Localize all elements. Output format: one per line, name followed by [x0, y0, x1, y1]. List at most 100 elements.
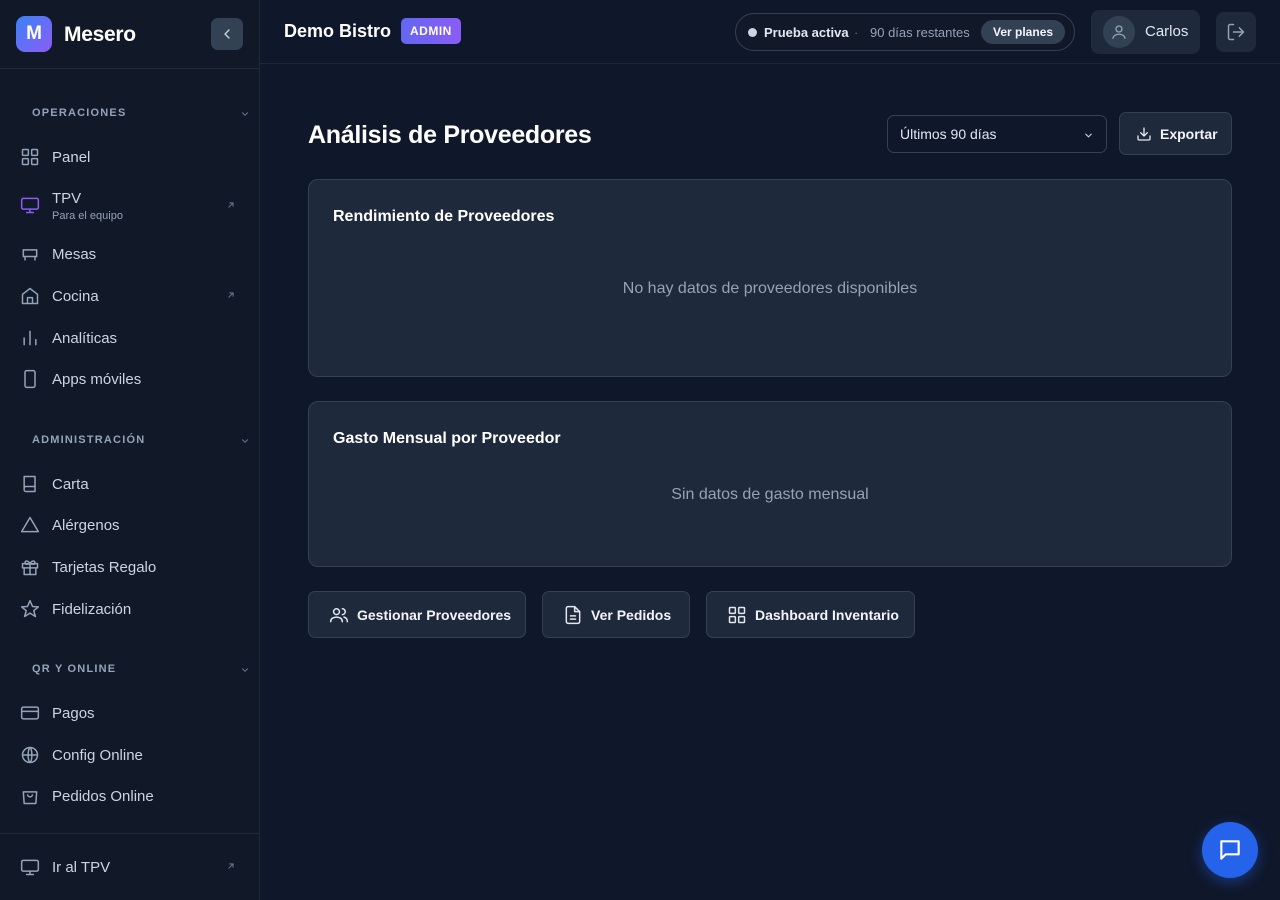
period-select-value: Últimos 90 días — [900, 126, 997, 142]
sidebar-item-cocina[interactable]: Cocina — [12, 277, 248, 315]
sidebar-item-pedidos-online[interactable]: Pedidos Online — [12, 777, 248, 815]
manage-suppliers-button[interactable]: Gestionar Proveedores — [308, 591, 526, 638]
bar-chart-icon — [23, 330, 37, 346]
inventory-dashboard-button[interactable]: Dashboard Inventario — [706, 591, 915, 638]
external-link-icon — [228, 863, 234, 869]
home-icon — [21, 287, 39, 305]
chat-bubble-icon — [1220, 840, 1240, 860]
export-button[interactable]: Exportar — [1119, 112, 1232, 155]
status-dot-icon — [748, 28, 757, 37]
sidebar-item-config-online[interactable]: Config Online — [12, 736, 248, 774]
users-icon — [329, 608, 349, 623]
sidebar-item-analiticas[interactable]: Analíticas — [12, 319, 248, 357]
star-icon — [20, 599, 40, 618]
sidebar-footer: Ir al TPV — [0, 833, 259, 900]
sidebar-item-label: Panel — [52, 149, 91, 166]
page-title: Análisis de Proveedores — [308, 121, 592, 149]
credit-card-icon — [20, 706, 40, 720]
sidebar-item-alergenos[interactable]: Alérgenos — [12, 506, 248, 544]
sidebar-item-tpv[interactable]: TPV Para el equipo — [12, 185, 248, 229]
sidebar-item-label: Carta — [52, 476, 89, 493]
grid-icon — [728, 606, 746, 624]
action-button-label: Ver Pedidos — [591, 607, 672, 623]
brand-logo: M — [16, 16, 52, 52]
external-link-icon — [228, 202, 234, 208]
brand-name: Mesero — [64, 23, 136, 46]
sidebar-item-label: Fidelización — [52, 601, 132, 618]
user-menu-button[interactable]: Carlos — [1091, 10, 1200, 54]
chevron-down-icon — [1085, 133, 1092, 138]
sidebar-item-fidelizacion[interactable]: Fidelización — [12, 590, 248, 628]
role-badge: ADMIN — [401, 18, 461, 44]
section-title: ADMINISTRACIÓN — [32, 434, 146, 446]
section-administracion[interactable]: ADMINISTRACIÓN — [32, 434, 250, 448]
collapse-sidebar-button[interactable] — [211, 18, 243, 50]
sidebar-item-label: Pedidos Online — [52, 788, 154, 805]
external-link-icon — [228, 292, 234, 298]
logout-icon — [1227, 23, 1245, 41]
view-orders-button[interactable]: Ver Pedidos — [542, 591, 690, 638]
trial-status-label: Prueba activa — [764, 25, 849, 40]
chevron-down-icon — [241, 112, 249, 116]
sidebar-item-label: Cocina — [52, 288, 99, 305]
sidebar-item-label: TPV — [52, 190, 82, 207]
shopping-bag-icon — [22, 791, 38, 805]
file-text-icon — [565, 605, 581, 625]
sidebar-item-sublabel: Para el equipo — [52, 210, 123, 222]
sidebar-item-mesas[interactable]: Mesas — [12, 235, 248, 273]
sidebar-item-label: Analíticas — [52, 330, 118, 347]
card-title: Gasto Mensual por Proveedor — [333, 430, 561, 447]
sidebar: M Mesero OPERACIONES Panel TPV Para el e… — [0, 0, 260, 900]
sidebar-item-carta[interactable]: Carta — [12, 465, 248, 503]
section-title: QR Y ONLINE — [32, 663, 117, 675]
export-button-label: Exportar — [1160, 126, 1218, 142]
globe-icon — [21, 746, 39, 764]
monitor-icon — [20, 859, 40, 876]
empty-state-message: No hay datos de proveedores disponibles — [622, 280, 918, 297]
sidebar-item-label: Tarjetas Regalo — [52, 559, 157, 576]
sidebar-item-label: Apps móviles — [52, 371, 142, 388]
chevron-left-icon — [224, 29, 230, 39]
sidebar-item-pagos[interactable]: Pagos — [12, 694, 248, 732]
chat-support-button[interactable] — [1202, 822, 1258, 878]
gift-icon — [21, 560, 39, 576]
view-plans-button[interactable]: Ver planes — [981, 20, 1066, 44]
top-bar: Demo Bistro ADMIN Prueba activa · 90 día… — [260, 0, 1280, 64]
trial-days-remaining: 90 días restantes — [870, 25, 970, 40]
sidebar-item-apps-moviles[interactable]: Apps móviles — [12, 360, 248, 398]
sidebar-item-label: Config Online — [52, 747, 143, 764]
grid-icon — [21, 148, 39, 166]
period-select[interactable]: Últimos 90 días — [887, 115, 1107, 153]
action-button-label: Dashboard Inventario — [755, 607, 899, 623]
sidebar-item-tarjetas-regalo[interactable]: Tarjetas Regalo — [12, 548, 248, 586]
section-title: OPERACIONES — [32, 107, 127, 119]
sidebar-item-panel[interactable]: Panel — [12, 138, 248, 176]
brand: M Mesero — [0, 0, 259, 69]
go-to-tpv-link[interactable]: Ir al TPV — [12, 848, 248, 886]
warning-triangle-icon — [20, 516, 40, 533]
book-icon — [23, 475, 36, 493]
logout-button[interactable] — [1216, 12, 1256, 52]
section-qr-online[interactable]: QR Y ONLINE — [32, 663, 250, 677]
user-icon — [1112, 25, 1126, 39]
sidebar-item-label: Ir al TPV — [52, 859, 111, 876]
sidebar-item-label: Alérgenos — [52, 517, 120, 534]
table-icon — [22, 249, 38, 261]
empty-state-message: Sin datos de gasto mensual — [671, 486, 869, 503]
venue-name: Demo Bistro — [284, 21, 392, 41]
supplier-performance-card: Rendimiento de Proveedores No hay datos … — [308, 179, 1232, 377]
chevron-down-icon — [241, 668, 249, 672]
sidebar-item-label: Pagos — [52, 705, 95, 722]
trial-status: Prueba activa · 90 días restantes Ver pl… — [735, 13, 1075, 51]
sidebar-item-label: Mesas — [52, 246, 97, 263]
section-operaciones[interactable]: OPERACIONES — [32, 107, 250, 121]
chevron-down-icon — [241, 439, 249, 443]
download-icon — [1137, 127, 1151, 141]
smartphone-icon — [24, 369, 36, 389]
user-name: Carlos — [1145, 23, 1189, 40]
action-button-label: Gestionar Proveedores — [357, 607, 512, 623]
avatar — [1103, 16, 1135, 48]
monitor-icon — [20, 197, 40, 214]
card-title: Rendimiento de Proveedores — [333, 208, 555, 225]
monthly-spend-card: Gasto Mensual por Proveedor Sin datos de… — [308, 401, 1232, 567]
